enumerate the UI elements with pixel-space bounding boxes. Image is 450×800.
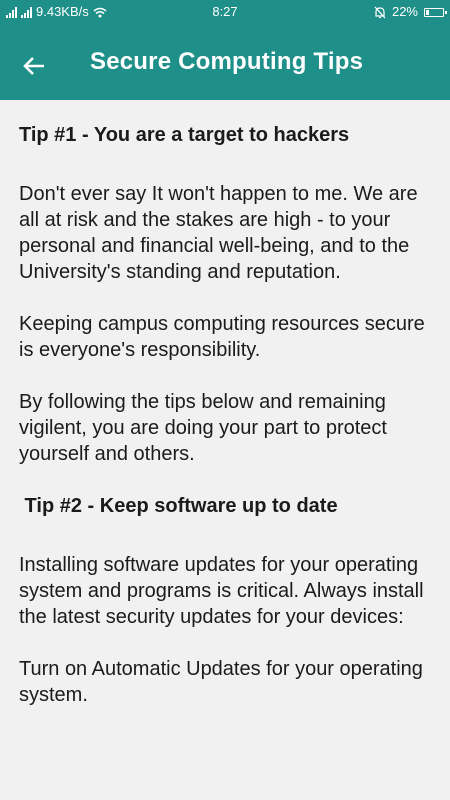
tip-1-paragraph-3: By following the tips below and remainin…: [19, 391, 387, 465]
tip-1-heading: Tip #1 - You are a target to hackers: [19, 124, 350, 146]
tip-1-paragraph-1: Don't ever say It won't happen to me. We…: [19, 183, 418, 283]
app-bar: Secure Computing Tips: [0, 24, 450, 100]
bottom-area: [0, 738, 450, 800]
page-title: Secure Computing Tips: [90, 48, 364, 75]
status-bar: 9.43KB/s 8:27 22%: [0, 0, 450, 24]
tip-1-paragraph-2: Keeping campus computing resources secur…: [19, 313, 425, 361]
tips-content[interactable]: Tip #1 - You are a target to hackers Don…: [0, 100, 450, 738]
screen: 9.43KB/s 8:27 22% Secure Computing Tips …: [0, 0, 450, 800]
tip-2-paragraph-1: Installing software updates for your ope…: [19, 554, 424, 628]
arrow-back-icon: [23, 57, 44, 75]
tip-2-heading: Tip #2 - Keep software up to date: [19, 495, 338, 517]
battery-percent: 22%: [391, 4, 418, 19]
tip-2-paragraph-2: Turn on Automatic Updates for your opera…: [19, 658, 423, 706]
back-button[interactable]: [14, 46, 54, 86]
status-right: 22%: [374, 0, 447, 24]
notifications-off-icon: [374, 6, 386, 18]
battery-fill: [426, 9, 429, 15]
battery-icon: [424, 7, 447, 17]
